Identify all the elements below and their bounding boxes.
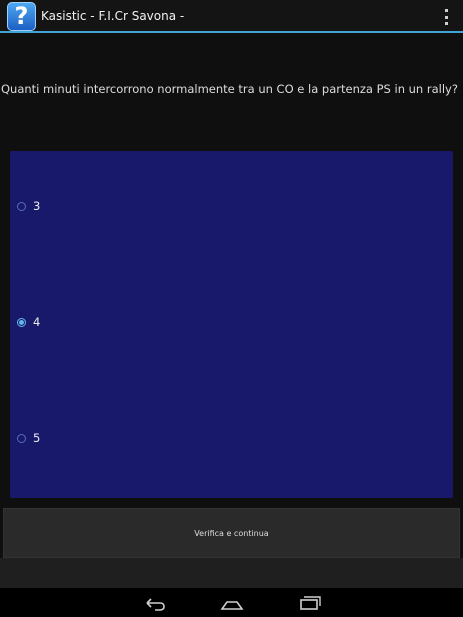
app-title: Kasistic - F.I.Cr Savona - bbox=[41, 9, 185, 23]
option-3[interactable]: 3 bbox=[17, 195, 40, 217]
back-icon[interactable] bbox=[143, 594, 167, 612]
radio-button-checked-icon[interactable] bbox=[17, 317, 26, 327]
question-text: Quanti minuti intercorrono normalmente t… bbox=[1, 82, 458, 96]
radio-button-icon[interactable] bbox=[17, 433, 26, 443]
recent-apps-icon[interactable] bbox=[298, 594, 322, 612]
home-icon[interactable] bbox=[220, 594, 244, 612]
bottom-strip bbox=[0, 558, 463, 588]
option-4[interactable]: 4 bbox=[17, 311, 40, 333]
overflow-menu-icon[interactable] bbox=[443, 9, 449, 25]
option-5[interactable]: 5 bbox=[17, 427, 40, 449]
option-label: 4 bbox=[33, 315, 41, 329]
app-help-icon[interactable]: ? bbox=[7, 2, 36, 31]
system-nav-bar bbox=[0, 588, 463, 617]
option-label: 5 bbox=[33, 431, 41, 445]
answer-options-panel: 3 4 5 bbox=[10, 151, 453, 498]
option-label: 3 bbox=[33, 199, 41, 213]
radio-button-icon[interactable] bbox=[17, 201, 26, 211]
action-bar: ? Kasistic - F.I.Cr Savona - bbox=[0, 0, 463, 33]
verify-continue-button[interactable]: Verifica e continua bbox=[3, 508, 460, 558]
